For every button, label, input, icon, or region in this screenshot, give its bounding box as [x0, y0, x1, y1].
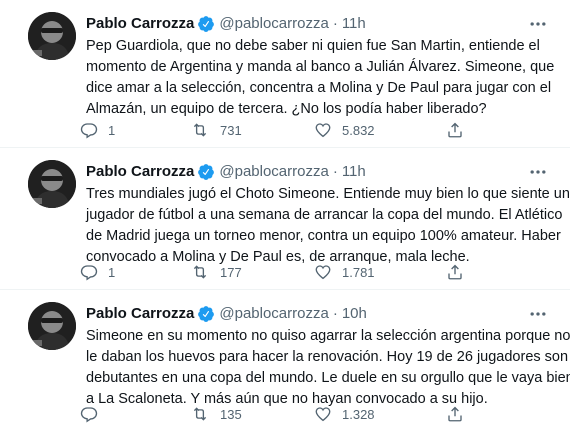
- reply-icon: [80, 407, 98, 423]
- retweet-button[interactable]: 135: [190, 405, 242, 423]
- share-button[interactable]: [446, 121, 464, 139]
- tweet-text-line: de Madrid juega un torneo menor, contra …: [86, 228, 561, 244]
- tweet-text-line: Almazán, un equipo de tercera. ¿No los p…: [86, 101, 487, 117]
- tweet-header: Pablo Carrozza @pablocarrozza · 10h: [86, 304, 367, 324]
- like-count: 1.328: [342, 406, 375, 422]
- separator-dot: ·: [332, 15, 338, 32]
- heart-icon: [315, 407, 331, 422]
- share-icon: [448, 264, 462, 280]
- verified-badge-icon: [197, 15, 215, 33]
- avatar[interactable]: [28, 302, 76, 350]
- like-count: 5.832: [342, 122, 375, 138]
- author-handle[interactable]: @pablocarrozza: [219, 162, 328, 182]
- author-name[interactable]: Pablo Carrozza: [86, 14, 194, 34]
- tweet-text-line: le daban los huevos para hacer la renova…: [86, 349, 569, 365]
- like-button[interactable]: 1.781: [314, 263, 375, 281]
- author-name[interactable]: Pablo Carrozza: [86, 162, 194, 182]
- more-options-icon[interactable]: [528, 304, 548, 324]
- reply-count: 1: [108, 122, 116, 138]
- retweet-button[interactable]: 731: [190, 121, 242, 139]
- author-handle[interactable]: @pablocarrozza: [219, 304, 328, 324]
- share-icon: [448, 406, 462, 422]
- retweet-icon: [193, 265, 207, 279]
- tweet-text-line: momento de Argentina y manda al banco a …: [86, 59, 555, 75]
- timestamp[interactable]: 11h: [342, 162, 366, 182]
- author-handle[interactable]: @pablocarrozza: [219, 14, 328, 34]
- reply-button[interactable]: [80, 405, 108, 423]
- reply-button[interactable]: 1: [80, 121, 115, 139]
- separator-dot: ·: [332, 305, 338, 322]
- tweet[interactable]: Pablo Carrozza @pablocarrozza · 11h Tres…: [0, 148, 570, 290]
- timestamp[interactable]: 11h: [342, 14, 366, 34]
- tweet-header: Pablo Carrozza @pablocarrozza · 11h: [86, 162, 366, 182]
- retweet-count: 177: [220, 264, 242, 280]
- reply-icon: [80, 123, 98, 139]
- tweet-text-line: Tres mundiales jugó el Choto Simeone. En…: [86, 186, 570, 202]
- more-options-icon[interactable]: [528, 162, 548, 182]
- avatar[interactable]: [28, 160, 76, 208]
- avatar-image: [28, 302, 76, 350]
- share-icon: [448, 122, 462, 138]
- verified-badge-icon: [197, 163, 215, 181]
- tweet-text: Pep Guardiola, que no debe saber ni quie…: [86, 36, 555, 120]
- like-button[interactable]: 1.328: [314, 405, 375, 423]
- avatar-image: [28, 160, 76, 208]
- tweet-header: Pablo Carrozza @pablocarrozza · 11h: [86, 14, 366, 34]
- avatar[interactable]: [28, 12, 76, 60]
- reply-button[interactable]: 1: [80, 263, 115, 281]
- tweet-text: Simeone en su momento no quiso agarrar l…: [86, 326, 570, 410]
- retweet-count: 135: [220, 406, 242, 422]
- reply-icon: [80, 265, 98, 281]
- avatar-image: [28, 12, 76, 60]
- like-button[interactable]: 5.832: [314, 121, 375, 139]
- retweet-icon: [193, 407, 207, 421]
- heart-icon: [315, 265, 331, 280]
- timestamp[interactable]: 10h: [342, 304, 367, 324]
- share-button[interactable]: [446, 405, 464, 423]
- heart-icon: [315, 123, 331, 138]
- retweet-icon: [193, 123, 207, 137]
- retweet-button[interactable]: 177: [190, 263, 242, 281]
- tweet-text-line: jugador de fútbol a una semana de arranc…: [86, 207, 563, 223]
- tweet-text-line: Pep Guardiola, que no debe saber ni quie…: [86, 38, 540, 54]
- tweet-text-line: Simeone en su momento no quiso agarrar l…: [86, 328, 570, 344]
- author-name[interactable]: Pablo Carrozza: [86, 304, 194, 324]
- tweet-text-line: dice amar a la selección, concentra a Mo…: [86, 80, 552, 96]
- tweet-actions: 135 1.328: [80, 404, 480, 424]
- tweet[interactable]: Pablo Carrozza @pablocarrozza · 11h Pep …: [0, 0, 570, 148]
- more-options-icon[interactable]: [528, 14, 548, 34]
- tweet-actions: 1 177 1.781: [80, 262, 480, 282]
- retweet-count: 731: [220, 122, 242, 138]
- tweet-text-line: debutantes en una copa del mundo. Le due…: [86, 370, 570, 386]
- like-count: 1.781: [342, 264, 375, 280]
- tweet-actions: 1 731 5.832: [80, 120, 480, 140]
- timeline: Pablo Carrozza @pablocarrozza · 11h Pep …: [0, 0, 570, 442]
- tweet[interactable]: Pablo Carrozza @pablocarrozza · 10h Sime…: [0, 290, 570, 442]
- share-button[interactable]: [446, 263, 464, 281]
- verified-badge-icon: [197, 305, 215, 323]
- reply-count: 1: [108, 264, 116, 280]
- separator-dot: ·: [332, 163, 338, 180]
- tweet-text: Tres mundiales jugó el Choto Simeone. En…: [86, 184, 570, 268]
